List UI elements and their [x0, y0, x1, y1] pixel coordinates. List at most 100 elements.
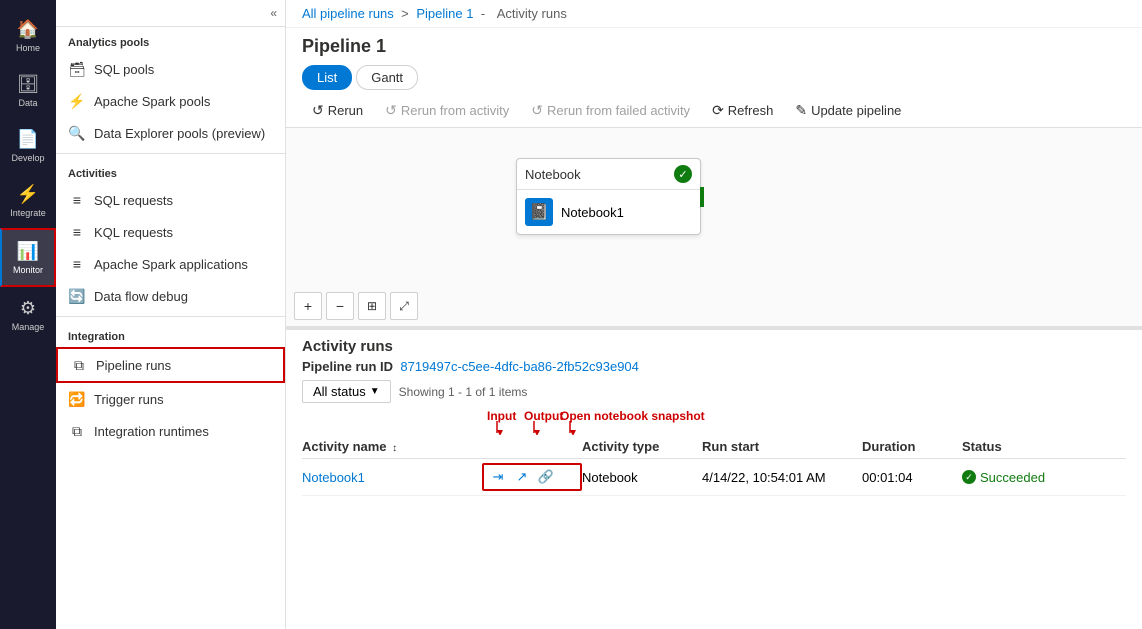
sidebar-item-kql-requests[interactable]: ≡ KQL requests [56, 216, 285, 248]
annotation-row: Input Output Open notebook snapshot [302, 407, 1126, 435]
all-status-label: All status [313, 384, 366, 399]
refresh-label: Refresh [728, 103, 774, 118]
nav-monitor-label: Monitor [13, 265, 43, 275]
refresh-button[interactable]: ⟳ Refresh [702, 98, 783, 123]
left-nav: 🏠 Home 🗄 Data 📄 Develop ⚡ Integrate 📊 Mo… [0, 0, 56, 629]
notebook-status-check: ✓ [674, 165, 692, 183]
table-header: Activity name ↕ Activity type Run start … [302, 435, 1126, 459]
chevron-down-icon: ▼ [370, 386, 380, 397]
sidebar-collapse-btn[interactable]: « [56, 0, 285, 27]
col-header-activity-type: Activity type [582, 439, 702, 454]
sidebar-item-sql-requests-label: SQL requests [94, 193, 173, 208]
nav-data[interactable]: 🗄 Data [0, 63, 56, 118]
data-icon: 🗄 [17, 73, 39, 95]
sidebar-item-spark-apps-label: Apache Spark applications [94, 257, 248, 272]
develop-icon: 📄 [17, 128, 39, 150]
notebook-right-bar [700, 187, 704, 207]
fullscreen-button[interactable]: ⤢ [390, 292, 418, 320]
rerun-icon: ↺ [312, 102, 324, 119]
rerun-from-failed-icon: ↺ [531, 102, 543, 119]
page-header: Pipeline 1 [286, 28, 1142, 61]
status-text: Succeeded [980, 470, 1045, 485]
spark-pools-icon: ⚡ [68, 92, 86, 110]
collapse-icon: « [270, 6, 277, 20]
rerun-from-failed-label: Rerun from failed activity [547, 103, 690, 118]
filter-bar: All status ▼ Showing 1 - 1 of 1 items [302, 380, 1126, 403]
breadcrumb-pipeline1[interactable]: Pipeline 1 [416, 6, 473, 21]
data-explorer-icon: 🔍 [68, 124, 86, 142]
nav-manage[interactable]: ⚙ Manage [0, 287, 56, 342]
notebook-card-body: 📓 Notebook1 [517, 190, 700, 234]
edit-icon: ✎ [795, 102, 807, 119]
notebook-card-title: Notebook [525, 167, 581, 182]
sidebar-item-sql-pools-label: SQL pools [94, 62, 154, 77]
input-icon-btn[interactable]: ⇥ [487, 466, 509, 488]
divider-1 [56, 153, 285, 154]
status-success: ✓ Succeeded [962, 470, 1062, 485]
col-header-activity-name: Activity name ↕ [302, 439, 482, 454]
sidebar-item-data-flow-debug[interactable]: 🔄 Data flow debug [56, 280, 285, 312]
nav-home[interactable]: 🏠 Home [0, 8, 56, 63]
integration-runtimes-icon: ⧉ [68, 422, 86, 440]
all-status-dropdown[interactable]: All status ▼ [302, 380, 391, 403]
rerun-from-activity-button[interactable]: ↺ Rerun from activity [375, 98, 519, 123]
nav-home-label: Home [16, 43, 40, 53]
showing-text: Showing 1 - 1 of 1 items [399, 385, 528, 399]
sort-icon[interactable]: ↕ [392, 443, 397, 454]
sidebar-item-trigger-runs[interactable]: 🔁 Trigger runs [56, 383, 285, 415]
nav-monitor[interactable]: 📊 Monitor [0, 228, 56, 287]
activities-section-title: Activities [56, 158, 285, 184]
sidebar-item-sql-requests[interactable]: ≡ SQL requests [56, 184, 285, 216]
analytics-section-title: Analytics pools [56, 27, 285, 53]
breadcrumb-sep1: > [401, 6, 412, 21]
integrate-icon: ⚡ [17, 183, 39, 205]
nav-integrate-label: Integrate [10, 208, 46, 218]
col-header-status: Status [962, 439, 1062, 454]
output-icon-btn[interactable]: ↗ [511, 466, 533, 488]
annotation-arrows [482, 421, 682, 435]
notebook-name: Notebook1 [561, 205, 624, 220]
nav-develop[interactable]: 📄 Develop [0, 118, 56, 173]
nav-data-label: Data [18, 98, 37, 108]
zoom-out-button[interactable]: − [326, 292, 354, 320]
cell-duration: 00:01:04 [862, 470, 962, 485]
sidebar-item-sql-pools[interactable]: 🗃 SQL pools [56, 53, 285, 85]
zoom-in-button[interactable]: + [294, 292, 322, 320]
status-dot: ✓ [962, 470, 976, 484]
sidebar-item-integration-runtimes-label: Integration runtimes [94, 424, 209, 439]
breadcrumb-all-runs[interactable]: All pipeline runs [302, 6, 394, 21]
pipeline-run-id-row: Pipeline run ID 8719497c-c5ee-4dfc-ba86-… [302, 359, 1126, 374]
table-row: Notebook1 ⇥ ↗ 🔗 Notebook 4/14/22, 10:54:… [302, 459, 1126, 496]
nav-integrate[interactable]: ⚡ Integrate [0, 173, 56, 228]
col-header-run-start: Run start [702, 439, 862, 454]
breadcrumb: All pipeline runs > Pipeline 1 - Activit… [286, 0, 1142, 28]
sql-pools-icon: 🗃 [68, 60, 86, 78]
page-title: Pipeline 1 [302, 36, 1126, 57]
notebook-card[interactable]: Notebook ✓ 📓 Notebook1 [516, 158, 701, 235]
open-snapshot-icon-btn[interactable]: 🔗 [535, 466, 557, 488]
sidebar-item-data-flow-debug-label: Data flow debug [94, 289, 188, 304]
spark-apps-icon: ≡ [68, 255, 86, 273]
fit-view-button[interactable]: ⊞ [358, 292, 386, 320]
manage-icon: ⚙ [17, 297, 39, 319]
sidebar-item-pipeline-runs[interactable]: ⧉ Pipeline runs [56, 347, 285, 383]
notebook-icon: 📓 [525, 198, 553, 226]
data-flow-debug-icon: 🔄 [68, 287, 86, 305]
sidebar-item-spark-apps[interactable]: ≡ Apache Spark applications [56, 248, 285, 280]
rerun-button[interactable]: ↺ Rerun [302, 98, 373, 123]
rerun-from-activity-icon: ↺ [385, 102, 397, 119]
monitor-icon: 📊 [17, 240, 39, 262]
pipeline-runs-icon: ⧉ [70, 356, 88, 374]
rerun-from-failed-button[interactable]: ↺ Rerun from failed activity [521, 98, 700, 123]
tab-gantt[interactable]: Gantt [356, 65, 418, 90]
sidebar-item-integration-runtimes[interactable]: ⧉ Integration runtimes [56, 415, 285, 447]
sidebar-item-spark-pools[interactable]: ⚡ Apache Spark pools [56, 85, 285, 117]
sidebar-item-trigger-runs-label: Trigger runs [94, 392, 164, 407]
col-header-duration: Duration [862, 439, 962, 454]
sidebar-item-kql-requests-label: KQL requests [94, 225, 173, 240]
update-pipeline-button[interactable]: ✎ Update pipeline [785, 98, 911, 123]
tab-list[interactable]: List [302, 65, 352, 90]
rerun-from-activity-label: Rerun from activity [401, 103, 509, 118]
sidebar-item-data-explorer[interactable]: 🔍 Data Explorer pools (preview) [56, 117, 285, 149]
integration-section-title: Integration [56, 321, 285, 347]
